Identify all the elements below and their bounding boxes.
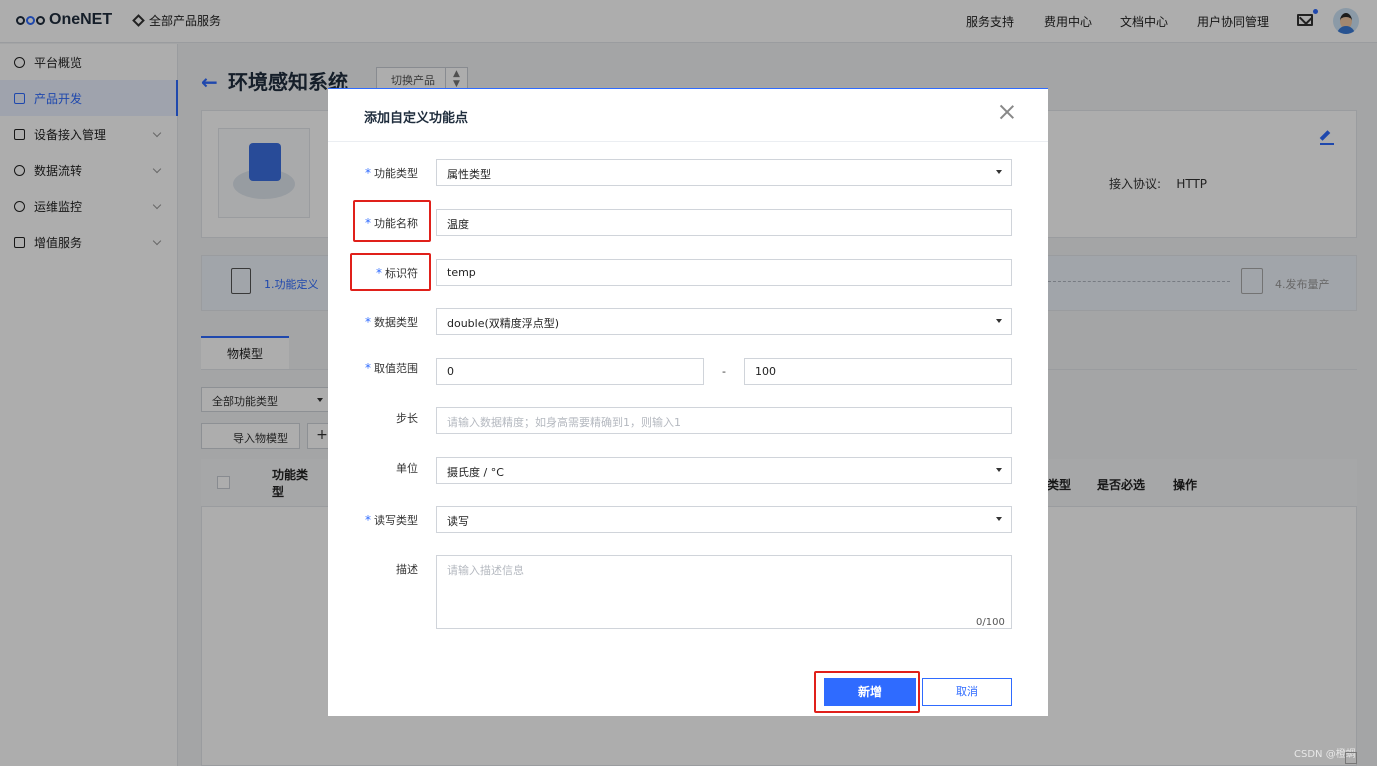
rw-type-select[interactable]: 读写	[436, 506, 1012, 533]
required-mark: *	[365, 361, 371, 375]
add-function-dialog: 添加自定义功能点 * 功能类型 属性类型 * 功能名称 温度 * 标识符 temp *…	[328, 88, 1048, 716]
caret-down-icon	[996, 468, 1002, 472]
unit-select[interactable]: 摄氏度 / °C	[436, 457, 1012, 484]
unit-label: 单位	[328, 460, 418, 476]
range-min-value: 0	[447, 365, 454, 378]
func-type-select[interactable]: 属性类型	[436, 159, 1012, 186]
step-input[interactable]: 请输入数据精度；如身高需要精确到1，则输入1	[436, 407, 1012, 434]
func-name-value: 温度	[447, 218, 469, 231]
rw-type-label: * 读写类型	[328, 512, 418, 528]
required-mark: *	[365, 166, 371, 180]
step-label: 步长	[328, 410, 418, 426]
range-separator: -	[722, 365, 726, 378]
unit-value: 摄氏度 / °C	[447, 466, 504, 479]
highlight-box-confirm	[814, 671, 920, 713]
range-min-input[interactable]: 0	[436, 358, 704, 385]
rw-type-value: 读写	[447, 515, 469, 528]
step-label-text: 步长	[396, 412, 418, 425]
desc-placeholder: 请输入描述信息	[447, 564, 524, 577]
description-textarea[interactable]: 请输入描述信息	[436, 555, 1012, 629]
func-type-value: 属性类型	[447, 168, 491, 181]
highlight-box-func-name	[353, 200, 431, 242]
data-type-label: * 数据类型	[328, 314, 418, 330]
char-counter: 0/100	[976, 617, 1005, 628]
range-label: * 取值范围	[328, 360, 418, 376]
required-mark: *	[365, 315, 371, 329]
func-type-label: * 功能类型	[328, 165, 418, 181]
func-type-label-text: 功能类型	[374, 167, 418, 180]
rw-type-label-text: 读写类型	[374, 514, 418, 527]
range-label-text: 取值范围	[374, 362, 418, 375]
step-placeholder: 请输入数据精度；如身高需要精确到1，则输入1	[447, 416, 681, 429]
identifier-input[interactable]: temp	[436, 259, 1012, 286]
range-max-input[interactable]: 100	[744, 358, 1012, 385]
required-mark: *	[365, 513, 371, 527]
close-icon[interactable]	[998, 103, 1016, 121]
corner-edit-icon	[1345, 752, 1357, 764]
caret-down-icon	[996, 170, 1002, 174]
dialog-divider	[328, 141, 1048, 142]
identifier-value: temp	[447, 266, 476, 279]
cancel-button[interactable]: 取消	[922, 678, 1012, 706]
highlight-box-identifier	[350, 253, 431, 291]
dialog-title: 添加自定义功能点	[364, 111, 469, 126]
data-type-select[interactable]: double(双精度浮点型)	[436, 308, 1012, 335]
data-type-label-text: 数据类型	[374, 316, 418, 329]
func-name-input[interactable]: 温度	[436, 209, 1012, 236]
desc-label-text: 描述	[396, 563, 418, 576]
caret-down-icon	[996, 319, 1002, 323]
desc-label: 描述	[328, 561, 418, 577]
caret-down-icon	[996, 517, 1002, 521]
data-type-value: double(双精度浮点型)	[447, 317, 560, 330]
unit-label-text: 单位	[396, 462, 418, 475]
range-max-value: 100	[755, 365, 776, 378]
